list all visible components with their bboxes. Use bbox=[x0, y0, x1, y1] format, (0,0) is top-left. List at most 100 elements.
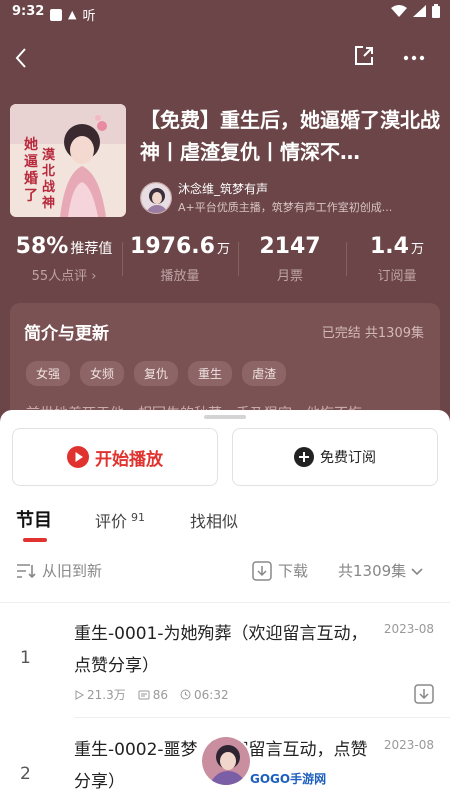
author-avatar[interactable] bbox=[140, 182, 172, 214]
play-count: 21.3万 bbox=[87, 688, 126, 702]
floating-player-avatar[interactable] bbox=[200, 735, 252, 787]
app-notification-icon: 听 bbox=[82, 9, 96, 24]
stat-unit: 推荐值 bbox=[70, 241, 113, 257]
sort-label: 从旧到新 bbox=[42, 562, 103, 580]
duration: 06:32 bbox=[194, 687, 229, 702]
comments-meta: 86 bbox=[138, 688, 168, 702]
tag[interactable]: 女频 bbox=[80, 361, 125, 386]
stat-plays: 1976.6 万 播放量 bbox=[128, 234, 232, 284]
episode-date: 2023-08 bbox=[383, 622, 434, 636]
stat-value: 2147 bbox=[259, 234, 321, 259]
chevron-down-icon bbox=[411, 567, 423, 575]
stat-label: 订阅量 bbox=[377, 269, 417, 284]
comment-count: 86 bbox=[152, 687, 169, 702]
author-description: A+平台优质主播，筑梦有声工作室初创成... bbox=[178, 201, 393, 214]
duration-meta: 06:32 bbox=[180, 688, 229, 702]
play-button[interactable]: 开始播放 bbox=[12, 428, 218, 486]
divider bbox=[122, 242, 123, 276]
share-button[interactable] bbox=[352, 44, 380, 72]
svg-text:婚: 婚 bbox=[24, 170, 38, 187]
download-label: 下载 bbox=[278, 562, 309, 580]
tab-count: 91 bbox=[131, 510, 146, 524]
stat-recommend[interactable]: 58% 推荐值 55人点评 › bbox=[14, 234, 114, 284]
download-icon bbox=[414, 684, 434, 704]
svg-text:逼: 逼 bbox=[24, 153, 38, 170]
tab-similar[interactable]: 找相似 bbox=[190, 508, 238, 532]
subscribe-label: 免费订阅 bbox=[320, 450, 376, 466]
notification-icon bbox=[50, 8, 62, 21]
sort-icon bbox=[17, 563, 36, 578]
tag[interactable]: 女强 bbox=[26, 361, 71, 386]
divider bbox=[74, 717, 450, 718]
divider bbox=[238, 242, 239, 276]
accessibility-icon: ▲ bbox=[68, 8, 77, 21]
stat-monthly-tickets[interactable]: 2147 月票 bbox=[240, 234, 340, 284]
book-title: 【免费】重生后，她逼婚了漠北战神丨虐渣复仇丨情深不… bbox=[140, 108, 440, 164]
tab-indicator bbox=[23, 538, 47, 542]
tag[interactable]: 复仇 bbox=[134, 361, 179, 386]
download-icon bbox=[252, 560, 272, 581]
subscribe-button[interactable]: 免费订阅 bbox=[232, 428, 438, 486]
back-button[interactable] bbox=[6, 42, 36, 74]
stat-label: 月票 bbox=[276, 269, 303, 284]
episode-date: 2023-08 bbox=[383, 738, 434, 752]
svg-text:北: 北 bbox=[42, 164, 55, 179]
cover-title-text: 她 bbox=[24, 136, 38, 153]
stat-value: 1.4 bbox=[370, 234, 409, 259]
episode-range-select[interactable]: 共1309集 bbox=[338, 560, 424, 581]
tab-episodes[interactable]: 节目 bbox=[16, 506, 52, 532]
stat-unit: 万 bbox=[410, 242, 424, 257]
tab-reviews[interactable]: 评价 91 bbox=[95, 508, 145, 532]
share-icon bbox=[355, 46, 373, 65]
tag-list: 女强 女频 复仇 重生 虐渣 bbox=[26, 361, 287, 386]
play-icon bbox=[67, 446, 89, 468]
status-time: 9:32 bbox=[12, 4, 45, 19]
tag[interactable]: 虐渣 bbox=[242, 361, 287, 386]
episode-meta: 21.3万 86 06:32 bbox=[74, 686, 229, 703]
intro-title: 简介与更新 bbox=[24, 324, 109, 344]
divider bbox=[346, 242, 347, 276]
author-name[interactable]: 沐念维_筑梦有声 bbox=[178, 180, 268, 197]
stat-label: 55人点评 › bbox=[31, 269, 97, 284]
watermark: GOGO手游网 bbox=[250, 772, 327, 786]
nav-bar bbox=[0, 36, 450, 80]
more-button[interactable] bbox=[400, 44, 428, 72]
drag-handle[interactable] bbox=[204, 415, 246, 419]
stat-label: 播放量 bbox=[160, 269, 200, 284]
episode-item[interactable]: 1 重生-0001-为她殉葬（欢迎留言互动，点赞分享） 2023-08 21.3… bbox=[0, 610, 450, 718]
episode-download-button[interactable] bbox=[414, 684, 434, 708]
plays-meta: 21.3万 bbox=[74, 686, 126, 703]
svg-text:战: 战 bbox=[42, 179, 55, 195]
stat-unit: 万 bbox=[216, 242, 230, 257]
tab-label: 节目 bbox=[16, 510, 52, 531]
play-label: 开始播放 bbox=[95, 449, 163, 470]
episode-title: 重生-0001-为她殉葬（欢迎留言互动，点赞分享） bbox=[74, 624, 368, 676]
sort-button[interactable]: 从旧到新 bbox=[16, 560, 102, 581]
svg-text:漠: 漠 bbox=[42, 147, 56, 163]
clock-icon bbox=[180, 689, 191, 700]
svg-text:神: 神 bbox=[42, 195, 55, 211]
stat-value: 58% bbox=[15, 234, 69, 259]
episode-toolbar: 从旧到新 下载 共1309集 bbox=[0, 556, 450, 588]
episode-index: 1 bbox=[20, 648, 31, 668]
book-cover[interactable]: 她 逼 婚 了 漠 北 战 神 bbox=[10, 104, 126, 217]
svg-text:了: 了 bbox=[24, 188, 38, 204]
signal-icon bbox=[413, 5, 426, 17]
cover-art: 她 逼 婚 了 漠 北 战 神 bbox=[10, 104, 126, 217]
author-row[interactable]: 沐念维_筑梦有声 A+平台优质主播，筑梦有声工作室初创成... bbox=[140, 180, 440, 216]
download-button[interactable]: 下载 bbox=[252, 560, 308, 581]
stats-row: 58% 推荐值 55人点评 › 1976.6 万 播放量 2147 月票 1.4 万 … bbox=[0, 234, 450, 290]
chevron-left-icon bbox=[15, 48, 26, 68]
tab-bar: 节目 评价 91 找相似 bbox=[0, 502, 450, 542]
more-icon bbox=[403, 55, 425, 61]
status-bar: 9:32 ▲ 听 bbox=[0, 0, 450, 24]
tag[interactable]: 重生 bbox=[188, 361, 233, 386]
episode-count: 共1309集 bbox=[338, 562, 407, 580]
wifi-icon bbox=[391, 5, 407, 17]
tab-label: 评价 bbox=[95, 512, 128, 531]
divider bbox=[0, 602, 450, 603]
play-count-icon bbox=[75, 689, 84, 700]
tab-label: 找相似 bbox=[190, 512, 239, 531]
comment-icon bbox=[138, 690, 150, 699]
intro-status: 已完结 共1309集 bbox=[321, 326, 424, 341]
